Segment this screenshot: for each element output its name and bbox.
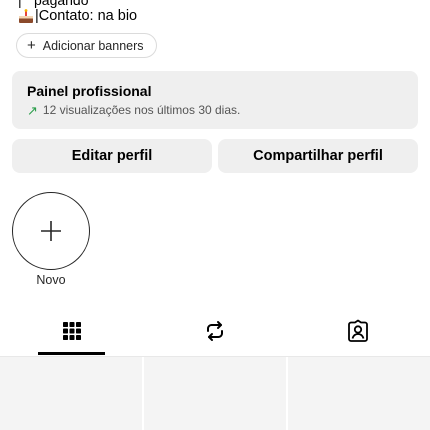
bio-contact-text: |Contato: na bio (35, 8, 138, 24)
plus-icon: + (27, 37, 36, 54)
professional-dashboard-subtitle: ↗ 12 visualizações nos últimos 30 dias. (27, 103, 403, 118)
edit-profile-button[interactable]: Editar perfil (12, 139, 212, 173)
share-profile-button[interactable]: Compartilhar perfil (218, 139, 418, 173)
selected-tab-indicator (38, 352, 105, 355)
grid-cell[interactable] (144, 357, 286, 430)
cake-icon (18, 8, 34, 24)
add-banners-label: Adicionar banners (42, 38, 144, 53)
new-highlight-button[interactable] (12, 192, 90, 270)
trend-up-icon: ↗ (27, 103, 38, 118)
bio-contact-line: |Contato: na bio (18, 7, 137, 25)
views-summary-text: 12 visualizações nos últimos 30 dias. (42, 103, 241, 117)
new-highlight-label: Novo (36, 273, 66, 287)
profile-tabs (0, 308, 430, 356)
add-banners-button[interactable]: + Adicionar banners (16, 33, 157, 58)
profile-page: | pagando |Contato: na bio + Adicionar ba… (0, 0, 430, 430)
posts-grid (0, 357, 430, 430)
repost-icon (206, 321, 223, 341)
grid-cell[interactable] (0, 357, 142, 430)
professional-dashboard-title: Painel profissional (27, 83, 152, 99)
plus-icon (41, 221, 61, 241)
tab-reposts[interactable] (143, 308, 286, 354)
tab-tagged[interactable] (286, 308, 429, 354)
tagged-person-icon (347, 319, 368, 342)
tab-grid[interactable] (0, 308, 143, 354)
grid-icon (62, 322, 81, 340)
grid-cell[interactable] (288, 357, 430, 430)
professional-dashboard-panel[interactable]: Painel profissional ↗ 12 visualizações n… (12, 71, 418, 129)
